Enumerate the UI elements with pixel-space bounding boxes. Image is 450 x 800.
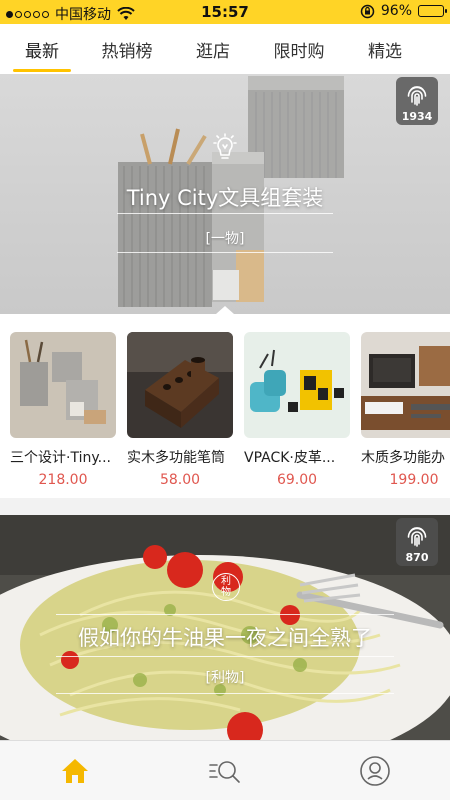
like-badge[interactable]: 1934 bbox=[396, 77, 438, 125]
fingerprint-icon bbox=[407, 86, 427, 106]
nav-home[interactable] bbox=[57, 753, 93, 789]
tab-label: 最新 bbox=[25, 41, 59, 62]
like-badge[interactable]: 870 bbox=[396, 518, 438, 566]
product-image bbox=[244, 332, 350, 438]
product-price: 218.00 bbox=[38, 472, 88, 488]
product-card[interactable]: 三个设计·Tiny... 218.00 bbox=[10, 332, 116, 488]
hero-divider bbox=[117, 213, 333, 214]
nav-profile[interactable] bbox=[357, 753, 393, 789]
product-name: 实木多功能笔筒 bbox=[127, 450, 225, 466]
product-image bbox=[361, 332, 450, 438]
product-name: 三个设计·Tiny... bbox=[10, 450, 111, 466]
profile-icon bbox=[360, 756, 390, 786]
product-image bbox=[10, 332, 116, 438]
fingerprint-icon bbox=[407, 527, 427, 547]
product-card[interactable]: 实木多功能笔筒 58.00 bbox=[127, 332, 233, 488]
product-strip: 三个设计·Tiny... 218.00 实木多功能笔筒 58.00 VPACK·… bbox=[0, 314, 450, 498]
article-divider-bottom bbox=[56, 693, 394, 694]
battery-icon bbox=[418, 5, 447, 17]
hero-card[interactable]: 1934 Tiny City文具组套装 [一物] bbox=[0, 74, 450, 314]
product-name: 木质多功能办 bbox=[361, 450, 445, 466]
nav-discover[interactable] bbox=[207, 753, 243, 789]
like-count: 870 bbox=[405, 551, 429, 564]
product-card[interactable]: 木质多功能办 199.00 bbox=[361, 332, 450, 488]
article-divider bbox=[56, 614, 394, 615]
status-right: 96% bbox=[360, 3, 447, 19]
status-bar: 中国移动 15:57 96% bbox=[0, 0, 450, 24]
product-price: 199.00 bbox=[389, 472, 439, 488]
tab-featured[interactable]: 精选 bbox=[342, 24, 428, 74]
article-card[interactable]: 870 利物 假如你的牛油果一夜之间全熟了 [利物] bbox=[0, 515, 450, 740]
hero-tag: [一物] bbox=[205, 231, 245, 247]
lightbulb-icon bbox=[213, 133, 237, 159]
product-card[interactable]: VPACK·皮革... 69.00 bbox=[244, 332, 350, 488]
tab-flash-sale[interactable]: 限时购 bbox=[256, 24, 342, 74]
tab-label: 限时购 bbox=[273, 41, 325, 62]
active-tab-indicator bbox=[13, 69, 71, 72]
like-count: 1934 bbox=[401, 110, 433, 123]
product-price: 58.00 bbox=[159, 472, 201, 488]
discover-icon bbox=[209, 761, 240, 783]
hero-pointer bbox=[216, 306, 234, 314]
tab-label: 热销榜 bbox=[101, 41, 153, 62]
product-name: VPACK·皮革... bbox=[244, 450, 336, 466]
category-tab-bar: 最新 热销榜 逛店 限时购 精选 歪 bbox=[0, 24, 450, 74]
tab-more[interactable]: 歪 bbox=[428, 24, 450, 74]
hero-title: Tiny City文具组套装 bbox=[126, 186, 324, 210]
category-stamp-icon: 利物 bbox=[212, 573, 240, 601]
product-image bbox=[127, 332, 233, 438]
tab-latest[interactable]: 最新 bbox=[0, 24, 84, 74]
home-icon bbox=[62, 759, 88, 783]
orientation-lock-icon bbox=[360, 4, 375, 18]
tab-bestsellers[interactable]: 热销榜 bbox=[84, 24, 170, 74]
article-divider-middle bbox=[56, 656, 394, 657]
tab-label: 精选 bbox=[368, 41, 402, 62]
tab-label: 逛店 bbox=[196, 41, 230, 62]
tab-browse-shops[interactable]: 逛店 bbox=[170, 24, 256, 74]
product-price: 69.00 bbox=[276, 472, 318, 488]
hero-divider-bottom bbox=[117, 252, 333, 253]
article-title: 假如你的牛油果一夜之间全熟了 bbox=[78, 626, 372, 650]
battery-percent: 96% bbox=[380, 3, 412, 19]
article-tag: [利物] bbox=[205, 670, 245, 686]
bottom-nav bbox=[0, 740, 450, 800]
